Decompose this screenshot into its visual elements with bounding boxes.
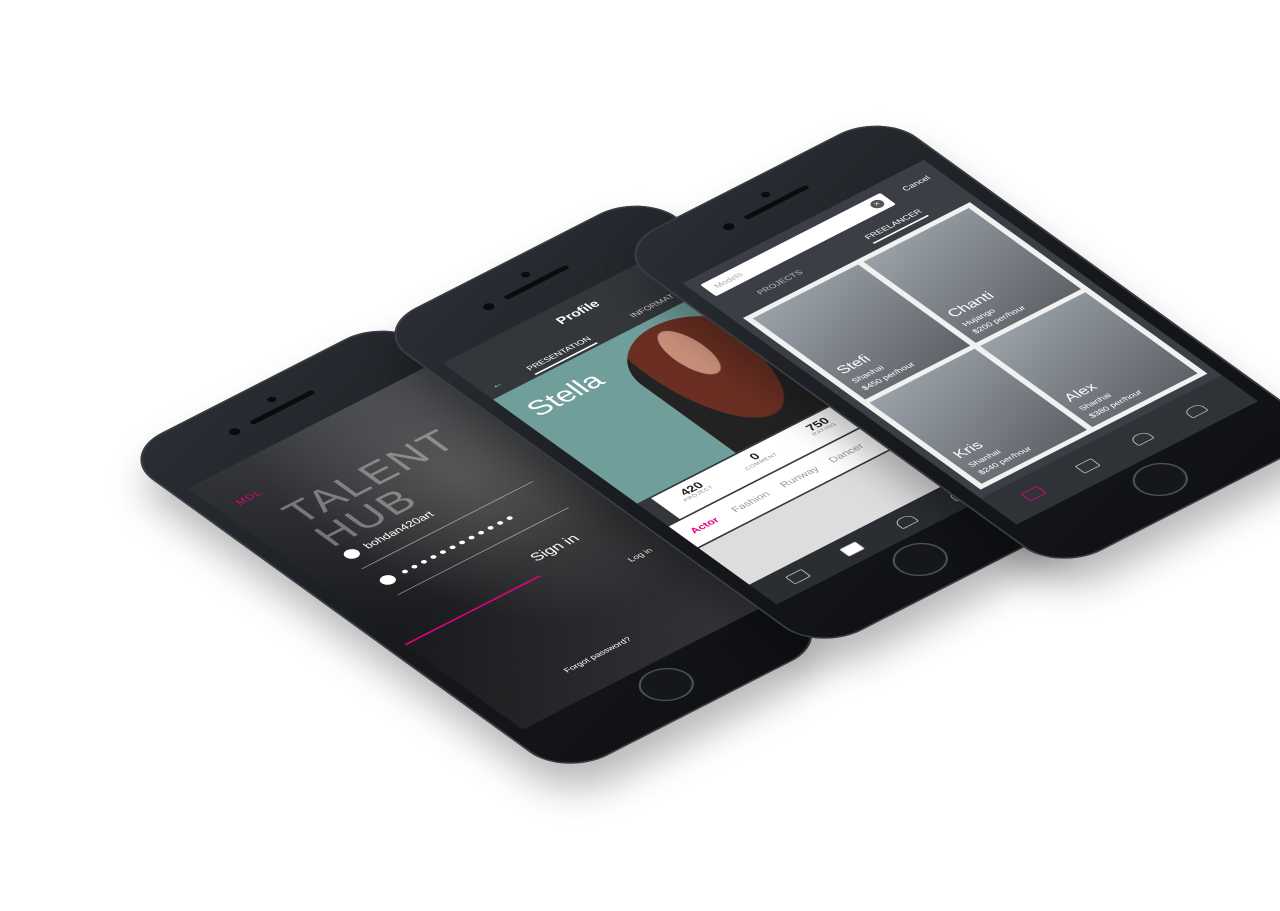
front-sensor <box>759 190 773 199</box>
category-actor[interactable]: Actor <box>688 516 723 535</box>
speaker-grille <box>248 389 317 425</box>
category-fashion[interactable]: Fashion <box>729 490 773 514</box>
clear-icon[interactable]: × <box>867 198 888 210</box>
speaker-grille <box>742 184 811 220</box>
user-icon[interactable] <box>1182 402 1209 419</box>
category-runway[interactable]: Runway <box>778 465 822 490</box>
bell-icon[interactable] <box>892 513 920 530</box>
front-camera <box>720 221 737 232</box>
front-camera <box>226 426 243 437</box>
briefcase-icon[interactable] <box>1074 458 1101 474</box>
back-arrow-icon[interactable]: ← <box>486 378 507 391</box>
speaker-grille <box>502 264 571 300</box>
bell-icon[interactable] <box>1128 430 1155 447</box>
category-dancer[interactable]: Dancer <box>826 442 867 465</box>
briefcase-icon[interactable] <box>838 541 866 557</box>
search-query: Models <box>711 270 746 290</box>
mockup-scene: MDL TALENT HUB bohdan420art ● ● ● ● ● ● … <box>0 0 1280 911</box>
cancel-button[interactable]: Cancel <box>900 174 932 192</box>
front-sensor <box>265 395 279 404</box>
front-camera <box>480 301 497 312</box>
mail-icon[interactable] <box>1020 485 1047 502</box>
front-sensor <box>519 270 533 279</box>
mail-icon[interactable] <box>784 568 812 585</box>
